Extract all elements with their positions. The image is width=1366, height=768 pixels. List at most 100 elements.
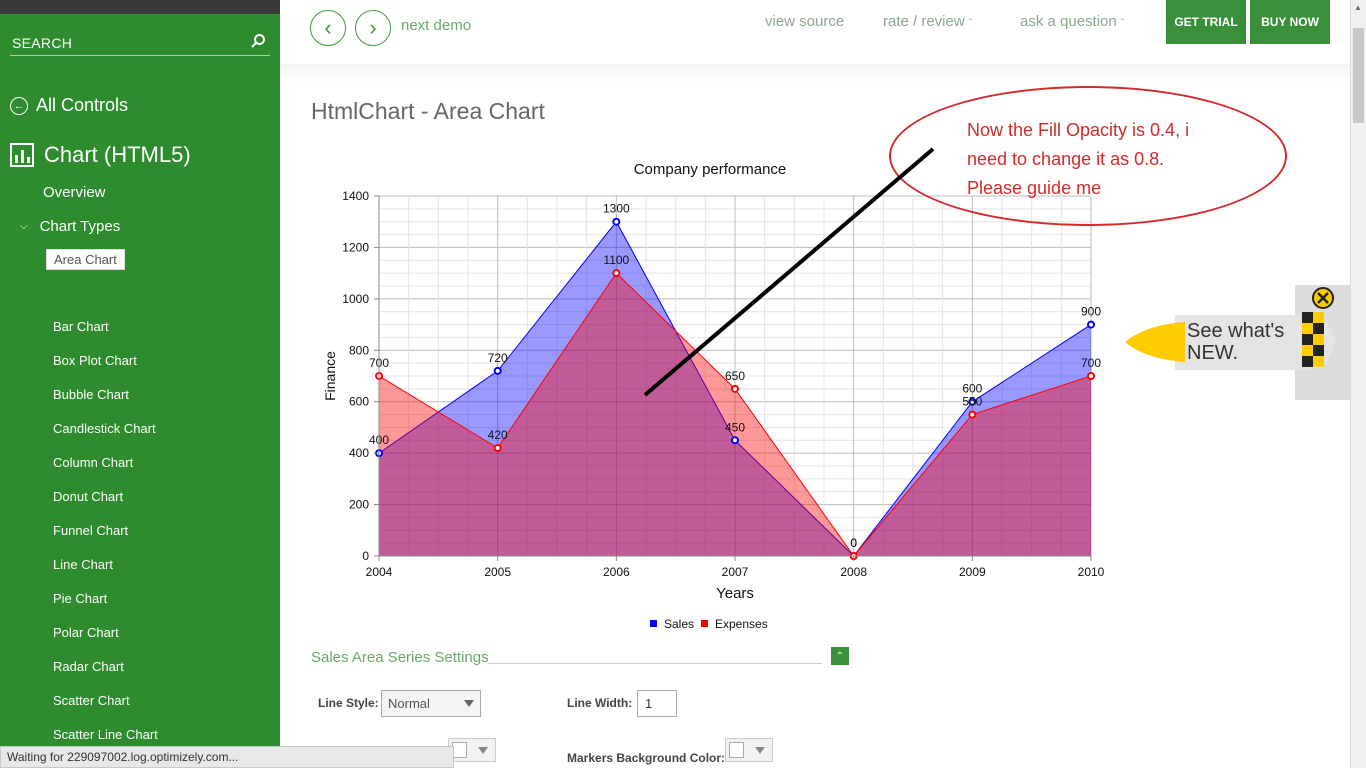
sidebar-item-candlestick-chart[interactable]: Candlestick Chart	[53, 421, 156, 436]
line-style-label: Line Style:	[318, 696, 379, 710]
data-point[interactable]	[731, 436, 739, 445]
data-label: 900	[1081, 305, 1101, 319]
chevron-down-icon: ⌵	[20, 221, 28, 232]
sidebar-item-funnel-chart[interactable]: Funnel Chart	[53, 523, 128, 538]
y-tick-label: 600	[349, 395, 369, 409]
y-tick-label: 1000	[342, 292, 369, 306]
x-tick-label: 2009	[959, 565, 986, 579]
all-controls-link[interactable]: ← All Controls	[10, 95, 128, 116]
x-tick-label: 2007	[722, 565, 749, 579]
dropdown-arrow-icon	[755, 747, 765, 754]
buy-now-button[interactable]: BUY NOW	[1250, 0, 1330, 44]
sidebar-item-chart-types[interactable]: ⌵ Chart Types	[20, 218, 120, 235]
chart-types-label: Chart Types	[39, 218, 121, 235]
page-scrollbar[interactable]: ▲	[1350, 0, 1366, 768]
legend-item-sales[interactable]: Sales	[664, 617, 694, 631]
view-source-link[interactable]: view source	[765, 13, 844, 30]
y-tick-label: 200	[349, 498, 369, 512]
data-label: 1100	[603, 253, 629, 267]
y-tick-label: 1400	[342, 189, 369, 203]
search-icon[interactable]	[250, 33, 266, 49]
scroll-thumb[interactable]	[1353, 28, 1364, 123]
x-tick-label: 2008	[840, 565, 867, 579]
data-point[interactable]	[1087, 320, 1095, 329]
x-tick-label: 2005	[484, 565, 511, 579]
annotation-text: Now the Fill Opacity is 0.4, i need to c…	[967, 120, 1190, 198]
whats-new-text[interactable]: See what's NEW.	[1187, 320, 1284, 364]
data-label: 450	[725, 420, 745, 434]
all-controls-label: All Controls	[36, 95, 129, 115]
sidebar-item-bubble-chart[interactable]: Bubble Chart	[53, 387, 129, 402]
sidebar-item-pie-chart[interactable]: Pie Chart	[53, 591, 107, 606]
x-tick-label: 2004	[366, 565, 393, 579]
back-arrow-icon: ←	[10, 96, 28, 115]
sidebar-header-strip	[0, 0, 280, 14]
search-box[interactable]: SEARCH	[10, 30, 270, 56]
y-axis-label: Finance	[322, 351, 338, 401]
color-swatch	[452, 742, 467, 758]
next-demo-link[interactable]: next demo	[401, 17, 471, 34]
y-tick-label: 1200	[342, 240, 369, 254]
data-point[interactable]	[612, 269, 621, 278]
color-picker[interactable]	[448, 738, 496, 762]
data-point[interactable]	[968, 410, 977, 419]
chart-section-link[interactable]: Chart (HTML5)	[10, 142, 191, 168]
sidebar-item-line-chart[interactable]: Line Chart	[53, 557, 113, 572]
chevron-left-icon: ‹	[324, 15, 332, 40]
divider	[488, 663, 822, 664]
line-width-label: Line Width:	[567, 696, 633, 710]
x-axis-label: Years	[716, 585, 754, 602]
annotation-arrow-line	[643, 147, 935, 397]
dropdown-arrow-icon	[464, 700, 474, 707]
sidebar-item-overview[interactable]: Overview	[43, 184, 106, 201]
data-label: 720	[488, 351, 508, 365]
legend-swatch	[650, 620, 657, 627]
scroll-up-icon[interactable]: ▲	[1354, 3, 1362, 12]
data-point[interactable]	[493, 444, 502, 452]
data-point[interactable]	[1087, 372, 1095, 380]
sidebar-item-radar-chart[interactable]: Radar Chart	[53, 659, 124, 674]
collapse-button[interactable]: ⌃	[831, 647, 849, 665]
data-label: 550	[962, 395, 982, 409]
status-bar: Waiting for 229097002.log.optimizely.com…	[0, 746, 454, 768]
y-tick-label: 400	[349, 446, 369, 460]
sidebar-item-area-chart[interactable]: Area Chart	[46, 249, 125, 270]
page-title: HtmlChart - Area Chart	[311, 98, 545, 124]
header-shadow	[280, 64, 1350, 84]
markers-bg-color-picker[interactable]	[725, 738, 773, 762]
sidebar-item-bar-chart[interactable]: Bar Chart	[53, 319, 109, 334]
sidebar-item-scatter-chart[interactable]: Scatter Chart	[53, 693, 130, 708]
sidebar-item-polar-chart[interactable]: Polar Chart	[53, 625, 119, 640]
chevron-down-icon: ˇ	[1120, 18, 1125, 29]
line-width-input[interactable]: 1	[637, 690, 677, 717]
data-label: 0	[850, 536, 857, 550]
top-bar: ‹ › next demo view source rate / review …	[280, 0, 1350, 64]
data-point[interactable]	[612, 217, 621, 226]
x-tick-label: 2010	[1078, 565, 1105, 579]
settings-title: Sales Area Series Settings	[311, 649, 489, 666]
color-swatch	[729, 742, 744, 758]
legend-swatch	[701, 620, 708, 627]
sidebar-item-box-plot-chart[interactable]: Box Plot Chart	[53, 353, 137, 368]
get-trial-button[interactable]: GET TRIAL	[1166, 0, 1246, 44]
y-tick-label: 800	[349, 343, 369, 357]
chart-section-title: Chart (HTML5)	[44, 142, 191, 167]
markers-bg-label: Markers Background Color:	[567, 751, 726, 765]
y-tick-label: 0	[362, 549, 369, 563]
sidebar-item-column-chart[interactable]: Column Chart	[53, 455, 133, 470]
sidebar-item-donut-chart[interactable]: Donut Chart	[53, 489, 123, 504]
data-point[interactable]	[493, 366, 502, 375]
chart-icon	[10, 143, 34, 167]
next-demo-button[interactable]: ›	[355, 10, 391, 46]
data-label: 420	[488, 428, 508, 442]
chevron-down-icon: ˇ	[968, 18, 973, 29]
chevron-up-icon: ⌃	[835, 650, 845, 662]
search-input[interactable]: SEARCH	[12, 35, 72, 51]
legend-item-expenses[interactable]: Expenses	[715, 617, 768, 631]
line-style-select[interactable]: Normal	[381, 690, 481, 717]
ask-question-link[interactable]: ask a question ˇ	[1020, 13, 1124, 30]
prev-demo-button[interactable]: ‹	[310, 10, 346, 46]
rate-review-link[interactable]: rate / review ˇ	[883, 13, 972, 30]
chevron-right-icon: ›	[369, 15, 377, 40]
sidebar-item-scatter-line-chart[interactable]: Scatter Line Chart	[53, 727, 158, 742]
